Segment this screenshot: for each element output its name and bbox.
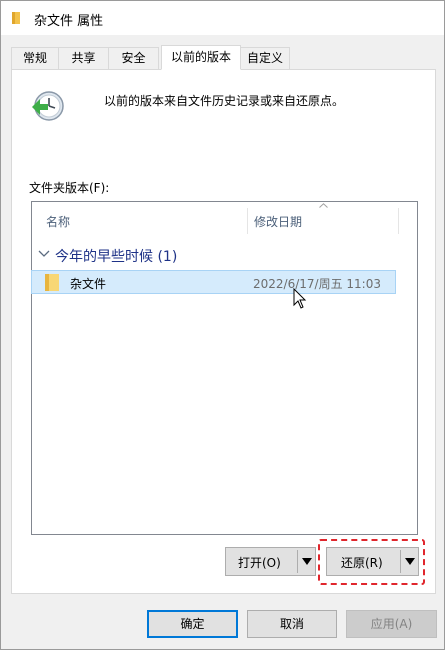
- cancel-button[interactable]: 取消: [247, 610, 337, 638]
- ok-button-label: 确定: [180, 617, 205, 631]
- group-label: 今年的早些时候 (1): [55, 249, 178, 265]
- chevron-down-icon[interactable]: [38, 250, 50, 258]
- open-split-button[interactable]: 打开(O): [225, 547, 316, 576]
- column-header: 名称 修改日期: [32, 202, 417, 234]
- cancel-button-label: 取消: [279, 617, 304, 631]
- tab-general[interactable]: 常规: [11, 47, 59, 69]
- restore-highlight-annotation: [318, 539, 425, 585]
- clock-restore-icon: [32, 91, 64, 121]
- title-bar: 杂文件 属性: [1, 1, 444, 35]
- open-button-label: 打开(O): [238, 556, 281, 570]
- tab-previous-versions[interactable]: 以前的版本: [161, 45, 241, 70]
- apply-button[interactable]: 应用(A): [346, 610, 437, 638]
- folder-icon: [45, 274, 59, 291]
- window-title: 杂文件 属性: [34, 14, 104, 29]
- tab-security[interactable]: 安全: [108, 47, 159, 69]
- sort-up-icon: [319, 203, 328, 208]
- split-divider: [297, 550, 298, 573]
- column-separator[interactable]: [247, 208, 248, 234]
- mouse-cursor-icon: [293, 288, 307, 309]
- tab-general-label: 常规: [22, 51, 47, 65]
- dropdown-arrow-icon[interactable]: [302, 558, 312, 565]
- tab-sharing-label: 共享: [71, 51, 96, 65]
- tab-sharing[interactable]: 共享: [58, 47, 109, 69]
- tab-customize-label: 自定义: [246, 51, 283, 65]
- ok-button[interactable]: 确定: [147, 610, 238, 638]
- tab-customize[interactable]: 自定义: [240, 47, 290, 69]
- description-text: 以前的版本来自文件历史记录或来自还原点。: [104, 94, 345, 108]
- file-modified-date: 2022/6/17/周五 11:03: [253, 277, 381, 291]
- list-item[interactable]: 杂文件 2022/6/17/周五 11:03: [31, 270, 396, 294]
- tab-security-label: 安全: [121, 51, 146, 65]
- apply-button-label: 应用(A): [370, 617, 413, 631]
- column-name-header[interactable]: 名称: [46, 213, 70, 230]
- folder-icon: [12, 12, 20, 24]
- column-separator[interactable]: [398, 208, 399, 234]
- file-name: 杂文件: [70, 277, 107, 291]
- folder-versions-list[interactable]: 名称 修改日期 今年的早些时候 (1): [31, 201, 418, 535]
- column-date-header[interactable]: 修改日期: [254, 213, 302, 230]
- properties-window: 杂文件 属性 常规 共享 安全 以前的版本 自定义 以前的版本来自文件历史记录或…: [0, 0, 445, 650]
- tab-previous-versions-label: 以前的版本: [170, 50, 231, 64]
- previous-versions-panel: 以前的版本来自文件历史记录或来自还原点。 文件夹版本(F): 名称 修改日期 今…: [11, 69, 436, 594]
- folder-versions-label: 文件夹版本(F):: [29, 181, 110, 195]
